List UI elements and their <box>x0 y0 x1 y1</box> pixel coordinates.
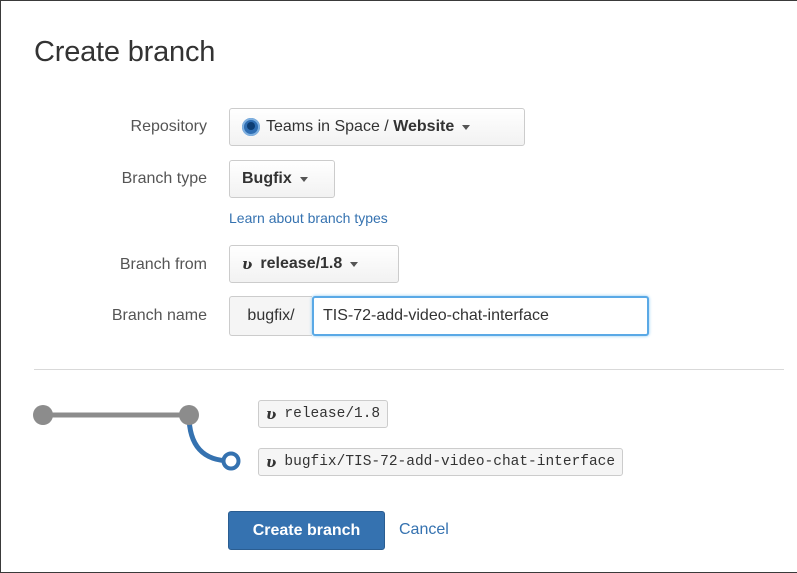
page-title: Create branch <box>34 36 216 68</box>
learn-branch-types-link[interactable]: Learn about branch types <box>229 210 388 226</box>
create-branch-button[interactable]: Create branch <box>228 511 385 550</box>
branch-icon: ʋ <box>242 255 253 273</box>
branch-diagram <box>33 405 241 471</box>
repository-label: Repository <box>130 118 207 135</box>
repository-separator: / <box>379 118 394 135</box>
divider <box>34 369 784 370</box>
chevron-down-icon <box>350 261 359 267</box>
branch-from-value: release/1.8 <box>260 255 343 272</box>
branch-point-commit <box>179 405 199 425</box>
new-branch-head <box>221 451 241 471</box>
branch-name-input[interactable] <box>312 296 649 336</box>
new-branch-tag: ʋ bugfix/TIS-72-add-video-chat-interface <box>258 448 624 476</box>
create-branch-dialog: Create branch Repository Teams in Space … <box>0 0 797 573</box>
repository-avatar-icon <box>242 118 260 136</box>
branch-type-value: Bugfix <box>242 170 292 187</box>
repository-dropdown[interactable]: Teams in Space / Website <box>229 108 525 146</box>
repository-name: Website <box>393 118 455 135</box>
cancel-link[interactable]: Cancel <box>399 521 449 539</box>
branch-name-prefix: bugfix/ <box>229 296 312 336</box>
branch-type-dropdown[interactable]: Bugfix <box>229 160 335 198</box>
repository-project: Teams in Space <box>266 118 380 135</box>
branch-from-dropdown[interactable]: ʋ release/1.8 <box>229 245 399 283</box>
branch-type-label: Branch type <box>121 170 207 187</box>
branch-name-label: Branch name <box>111 307 207 324</box>
chevron-down-icon <box>299 176 308 182</box>
new-branch-name: bugfix/TIS-72-add-video-chat-interface <box>284 454 616 470</box>
source-branch-name: release/1.8 <box>284 406 381 422</box>
branch-icon: ʋ <box>266 453 277 471</box>
branch-icon: ʋ <box>266 405 277 423</box>
source-start-commit <box>33 405 53 425</box>
source-branch-tag: ʋ release/1.8 <box>258 400 389 428</box>
branch-from-label: Branch from <box>119 256 207 273</box>
chevron-down-icon <box>462 124 471 130</box>
